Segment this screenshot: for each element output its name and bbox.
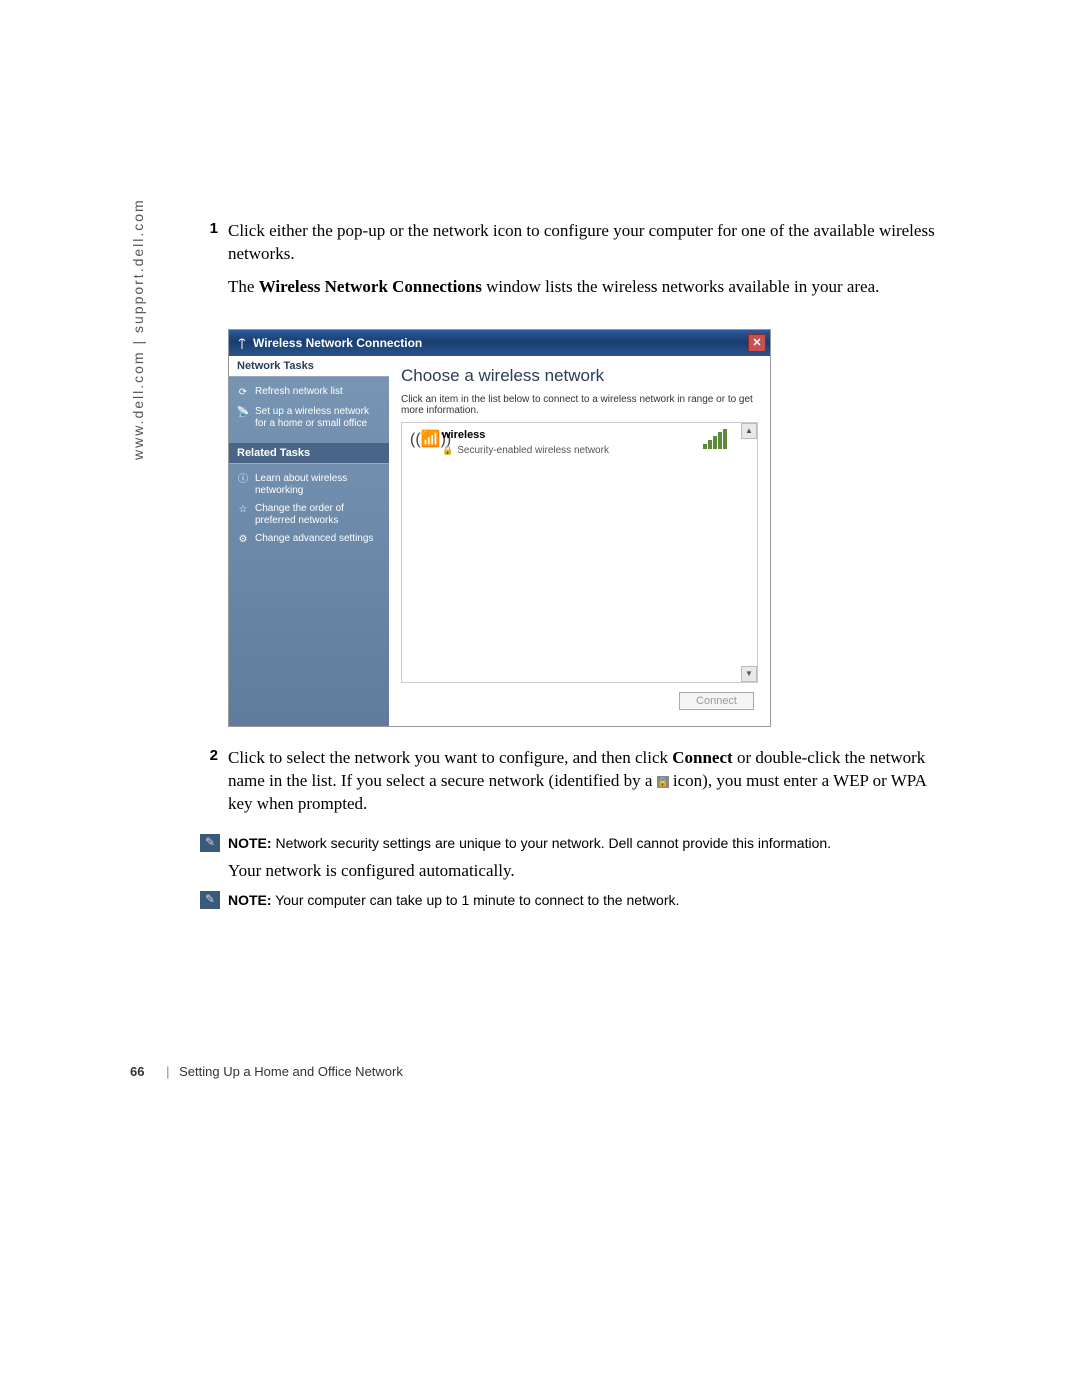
page-footer: 66 | Setting Up a Home and Office Networ… <box>130 1064 403 1079</box>
padlock-inline-icon: 🔒 <box>657 776 669 788</box>
footer-section: Setting Up a Home and Office Network <box>179 1064 403 1079</box>
gear-icon: ⚙ <box>235 533 251 547</box>
setup-label: Set up a wireless network for a home or … <box>255 406 383 430</box>
step2-bold: Connect <box>672 748 732 767</box>
related-tasks-header: Related Tasks <box>229 443 389 464</box>
left-pane: Network Tasks ⟳ Refresh network list 📡 S… <box>229 356 389 726</box>
setup-network-link[interactable]: 📡 Set up a wireless network for a home o… <box>233 403 385 433</box>
refresh-icon: ⟳ <box>235 386 251 400</box>
page-number: 66 <box>130 1064 144 1079</box>
scroll-down-button[interactable]: ▼ <box>741 666 757 682</box>
signal-strength-icon <box>699 429 731 449</box>
step-2: 2 Click to select the network you want t… <box>200 747 940 826</box>
refresh-network-link[interactable]: ⟳ Refresh network list <box>233 383 385 403</box>
antenna-icon <box>235 336 249 350</box>
network-info: wireless 🔒 Security-enabled wireless net… <box>442 429 699 456</box>
note-1: NOTE: Network security settings are uniq… <box>200 834 940 852</box>
antenna-small-icon: 📡 <box>235 406 251 420</box>
dialog-body: Network Tasks ⟳ Refresh network list 📡 S… <box>229 356 770 726</box>
refresh-label: Refresh network list <box>255 386 343 398</box>
right-pane: Choose a wireless network Click an item … <box>389 356 770 726</box>
order-label: Change the order of preferred networks <box>255 503 383 527</box>
network-name: wireless <box>442 429 699 441</box>
step1-pre: The <box>228 277 259 296</box>
choose-network-title: Choose a wireless network <box>401 366 758 386</box>
page-content: 1 Click either the pop-up or the network… <box>200 220 940 917</box>
security-text: Security-enabled wireless network <box>457 445 609 456</box>
advanced-label: Change advanced settings <box>255 533 373 545</box>
step2-pre: Click to select the network you want to … <box>228 748 672 767</box>
wireless-dialog: Wireless Network Connection ✕ Network Ta… <box>228 329 771 727</box>
step-1-body: Click either the pop-up or the network i… <box>228 220 940 309</box>
star-icon: ☆ <box>235 503 251 517</box>
sidebar-url: www.dell.com | support.dell.com <box>130 198 146 460</box>
learn-label: Learn about wireless networking <box>255 473 383 497</box>
step-2-number: 2 <box>200 747 228 826</box>
wifi-icon: ((📶)) <box>410 429 442 449</box>
note-icon <box>200 834 220 852</box>
scroll-up-button[interactable]: ▲ <box>741 423 757 439</box>
close-button[interactable]: ✕ <box>748 334 766 352</box>
auto-config-text: Your network is configured automatically… <box>228 860 940 883</box>
note1-label: NOTE: <box>228 835 272 851</box>
dialog-titlebar[interactable]: Wireless Network Connection ✕ <box>229 330 770 356</box>
network-list[interactable]: ▲ ((📶)) wireless 🔒 Security-enabled wire… <box>401 422 758 683</box>
step1-bold: Wireless Network Connections <box>259 277 482 296</box>
network-tasks-header: Network Tasks <box>229 356 389 377</box>
footer-separator: | <box>166 1064 169 1079</box>
advanced-link[interactable]: ⚙ Change advanced settings <box>233 530 385 550</box>
change-order-link[interactable]: ☆ Change the order of preferred networks <box>233 500 385 530</box>
step-2-body: Click to select the network you want to … <box>228 747 940 826</box>
step-1-text-a: Click either the pop-up or the network i… <box>228 220 940 266</box>
note1-body: Network security settings are unique to … <box>272 835 832 851</box>
step-1-number: 1 <box>200 220 228 309</box>
choose-network-desc: Click an item in the list below to conne… <box>401 394 758 416</box>
note2-label: NOTE: <box>228 892 272 908</box>
note-2-text: NOTE: Your computer can take up to 1 min… <box>228 891 679 909</box>
lock-icon: 🔒 <box>442 445 453 456</box>
step-1: 1 Click either the pop-up or the network… <box>200 220 940 309</box>
network-security-label: 🔒 Security-enabled wireless network <box>442 445 699 456</box>
step-1-text-b: The Wireless Network Connections window … <box>228 276 940 299</box>
step-2-text: Click to select the network you want to … <box>228 747 940 816</box>
dialog-title: Wireless Network Connection <box>253 336 422 350</box>
note2-body: Your computer can take up to 1 minute to… <box>272 892 680 908</box>
step1-post: window lists the wireless networks avail… <box>482 277 880 296</box>
note-icon <box>200 891 220 909</box>
learn-link[interactable]: ⓘ Learn about wireless networking <box>233 470 385 500</box>
button-row: Connect <box>401 683 758 716</box>
note-2: NOTE: Your computer can take up to 1 min… <box>200 891 940 909</box>
network-item-wireless[interactable]: ((📶)) wireless 🔒 Security-enabled wirele… <box>404 425 737 462</box>
note-1-text: NOTE: Network security settings are uniq… <box>228 834 831 852</box>
info-icon: ⓘ <box>235 473 251 487</box>
connect-button[interactable]: Connect <box>679 692 754 710</box>
